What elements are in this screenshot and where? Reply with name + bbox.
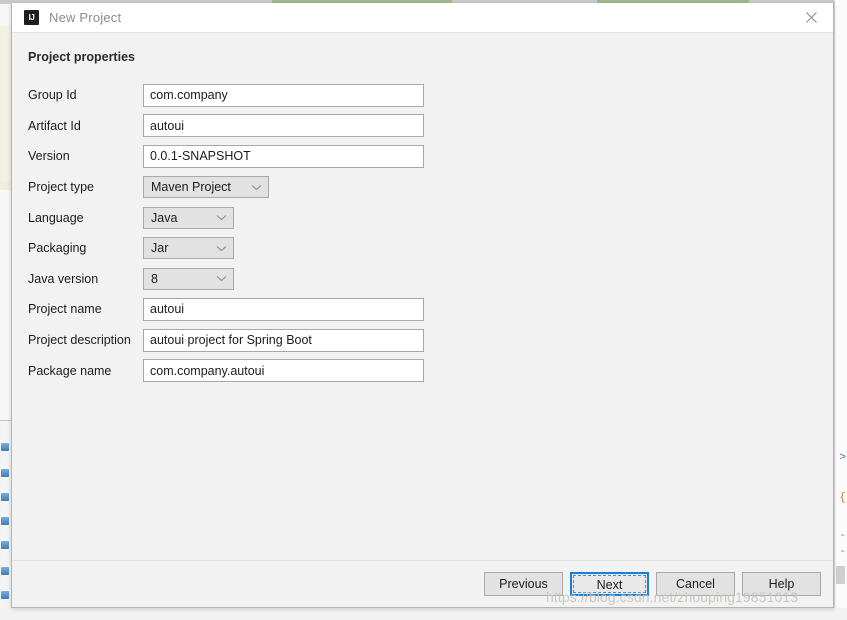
label-project-type: Project type — [28, 180, 95, 195]
background-status-bar — [0, 608, 847, 620]
form-row-version: Version — [28, 141, 448, 172]
chevron-down-icon — [251, 184, 262, 191]
form-row-group-id: Group Id — [28, 80, 448, 111]
form-row-project-name: Project name — [28, 294, 448, 325]
cancel-button[interactable]: Cancel — [656, 572, 735, 596]
version-input[interactable] — [143, 144, 424, 168]
project-type-value: Maven Project — [151, 180, 231, 195]
background-code-mark: { — [839, 492, 846, 504]
background-left-highlight — [0, 26, 11, 181]
form-row-artifact-id: Artifact Id — [28, 111, 448, 142]
project-type-select[interactable]: Maven Project — [143, 176, 269, 199]
intellij-idea-logo-icon: IJ — [24, 10, 39, 25]
project-description-input[interactable] — [143, 328, 424, 352]
background-tree-item-icon — [1, 517, 9, 525]
background-tree-item-icon — [1, 493, 9, 501]
label-project-name: Project name — [28, 302, 102, 317]
dialog-footer: Previous Next Cancel Help — [12, 560, 833, 607]
chevron-down-icon — [216, 214, 227, 221]
packaging-select[interactable]: Jar — [143, 237, 234, 260]
dialog-titlebar: IJ New Project — [12, 3, 833, 32]
java-version-value: 8 — [151, 271, 158, 286]
form-row-language: Language Java — [28, 202, 448, 233]
background-tree-item-icon — [1, 541, 9, 549]
help-button[interactable]: Help — [742, 572, 821, 596]
background-tree-item-icon — [1, 567, 9, 575]
next-button[interactable]: Next — [570, 572, 649, 596]
background-tree-item-icon — [1, 469, 9, 477]
label-artifact-id: Artifact Id — [28, 118, 81, 133]
background-tree-item-icon — [1, 443, 9, 451]
page-title: Project properties — [28, 50, 135, 64]
label-package-name: Package name — [28, 363, 112, 378]
project-name-input[interactable] — [143, 297, 424, 321]
chevron-down-icon — [216, 275, 227, 282]
language-value: Java — [151, 210, 178, 225]
dialog-content: Project properties Group Id Artifact Id … — [12, 32, 833, 560]
project-properties-form: Group Id Artifact Id Version Project typ… — [28, 80, 448, 386]
form-row-java-version: Java version 8 — [28, 264, 448, 295]
packaging-value: Jar — [151, 241, 169, 256]
background-tree-item-icon — [1, 591, 9, 599]
label-group-id: Group Id — [28, 88, 77, 103]
artifact-id-input[interactable] — [143, 114, 424, 138]
background-code-mark: - — [839, 546, 846, 558]
form-row-package-name: Package name — [28, 355, 448, 386]
new-project-dialog: IJ New Project Project properties Group … — [11, 3, 834, 608]
chevron-down-icon — [216, 245, 227, 252]
label-language: Language — [28, 210, 84, 225]
label-java-version: Java version — [28, 271, 99, 286]
background-code-mark: > — [839, 452, 846, 464]
background-project-tree-panel — [0, 420, 11, 620]
previous-button[interactable]: Previous — [484, 572, 563, 596]
background-left-highlight-2 — [0, 181, 11, 190]
close-icon[interactable] — [789, 3, 833, 32]
label-version: Version — [28, 149, 70, 164]
label-project-description: Project description — [28, 333, 131, 348]
background-code-mark: - — [839, 530, 846, 542]
background-editor-panel: > { - - — [834, 0, 847, 620]
java-version-select[interactable]: 8 — [143, 267, 234, 290]
dialog-title: New Project — [49, 10, 122, 25]
label-packaging: Packaging — [28, 241, 87, 256]
form-row-packaging: Packaging Jar — [28, 233, 448, 264]
package-name-input[interactable] — [143, 359, 424, 383]
group-id-input[interactable] — [143, 83, 424, 107]
form-row-project-type: Project type Maven Project — [28, 172, 448, 203]
background-scrollbar-thumb[interactable] — [836, 566, 845, 584]
form-row-project-description: Project description — [28, 325, 448, 356]
language-select[interactable]: Java — [143, 206, 234, 229]
